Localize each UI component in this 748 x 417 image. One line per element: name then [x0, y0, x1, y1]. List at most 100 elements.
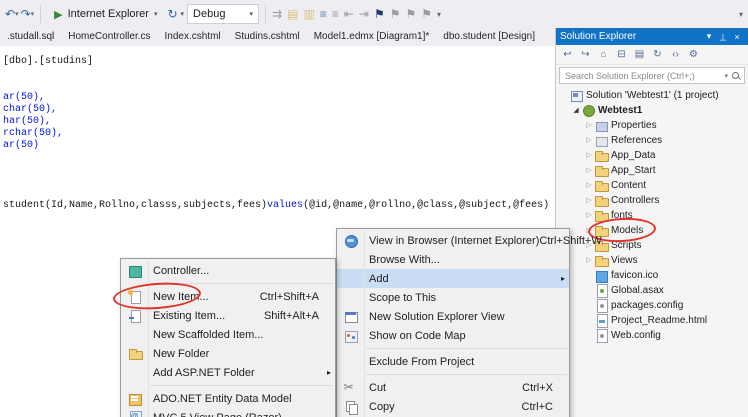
menu-item[interactable]: MVC 5 View Page (Razor)	[121, 408, 335, 417]
tree-item[interactable]: App_Data	[556, 148, 748, 163]
menu-item[interactable]: New Scaffolded Item...	[121, 325, 335, 344]
submenu-arrow-icon	[327, 368, 331, 377]
tree-item[interactable]: Content	[556, 178, 748, 193]
folder-icon	[594, 164, 609, 177]
menu-item[interactable]: Show on Code Map	[337, 326, 569, 345]
run-button[interactable]: ▶ Internet Explorer ▾	[47, 3, 164, 25]
tree-item[interactable]: fonts	[556, 208, 748, 223]
configuration-dropdown[interactable]: Debug ▾	[187, 4, 259, 24]
expander-icon[interactable]	[584, 197, 594, 204]
code-line-insert: student(Id,Name,Rollno,classs,subjects,f…	[3, 200, 555, 212]
solution-icon	[569, 89, 584, 102]
expander-icon[interactable]	[571, 107, 581, 114]
code-text: ar(50)	[3, 140, 39, 151]
toolbar-options-chevron-icon[interactable]: ▾	[437, 10, 441, 19]
tree-item[interactable]: Global.asax	[556, 283, 748, 298]
chevron-down-icon: ▾	[724, 72, 728, 80]
menu-item[interactable]: Scope to This	[337, 288, 569, 307]
menu-item[interactable]: New Solution Explorer View	[337, 307, 569, 326]
tree-item-label: Models	[609, 225, 643, 236]
forward-icon[interactable]: ↪	[577, 50, 594, 60]
expander-icon[interactable]	[584, 227, 594, 234]
increase-indent-icon[interactable]: ⇥	[359, 8, 369, 20]
solution-explorer-panel: Solution Explorer ▾ ⊤ × ↩↪⌂⊟▤↻‹›⚙ ▾ Solu…	[555, 28, 748, 417]
menu-item[interactable]: Add	[337, 269, 569, 288]
pin-icon[interactable]: ⊤	[716, 31, 730, 42]
tree-item[interactable]: Project_Readme.html	[556, 313, 748, 328]
search-box[interactable]: ▾	[559, 67, 745, 84]
toggle-bookmark-icon[interactable]: ⚑	[374, 8, 385, 20]
editor-tab[interactable]: Model1.edmx [Diagram1]*	[307, 28, 437, 46]
menu-item[interactable]: New Item... Ctrl+Shift+A	[121, 287, 335, 306]
tree-item[interactable]: favicon.ico	[556, 268, 748, 283]
tree-item[interactable]: App_Start	[556, 163, 748, 178]
undo-caret-icon[interactable]: ▾	[15, 11, 19, 18]
browser-link-refresh-icon[interactable]: ↻	[167, 8, 177, 20]
uncomment-icon[interactable]: ≡	[332, 8, 339, 20]
expander-icon[interactable]	[584, 137, 594, 144]
editor-tab[interactable]: dbo.student [Design]	[436, 28, 542, 46]
expander-icon[interactable]	[584, 182, 594, 189]
menu-item-label: View in Browser (Internet Explorer)	[364, 235, 539, 247]
expander-icon[interactable]	[584, 257, 594, 264]
tree-item[interactable]: Web.config	[556, 328, 748, 343]
menu-item-shortcut: Shift+Alt+A	[264, 310, 329, 322]
menu-item[interactable]: Copy Ctrl+C	[337, 397, 569, 416]
show-all-files-icon[interactable]: ▤	[631, 50, 648, 60]
back-icon[interactable]: ↩	[559, 50, 576, 60]
menu-icon-gutter	[121, 261, 148, 280]
tree-item[interactable]: Views	[556, 253, 748, 268]
html-icon	[594, 314, 609, 327]
prev-bookmark-icon[interactable]: ⚑	[390, 8, 401, 20]
menu-item[interactable]: View in Browser (Internet Explorer) Ctrl…	[337, 231, 569, 250]
clear-bookmarks-icon[interactable]: ⚑	[421, 8, 432, 20]
next-bookmark-icon[interactable]: ⚑	[405, 8, 416, 20]
menu-item[interactable]: Browse With...	[337, 250, 569, 269]
menu-item-label: Add ASP.NET Folder	[148, 367, 255, 379]
main-toolbar: ↶▾↷▾ ▶ Internet Explorer ▾ ↻ ▾ Debug ▾ ⇉…	[0, 0, 748, 28]
menu-item[interactable]: Add ASP.NET Folder	[121, 363, 335, 382]
editor-tab[interactable]: Studins.cshtml	[228, 28, 307, 46]
home-icon[interactable]: ⌂	[595, 50, 612, 60]
add-submenu: Controller... New Item... Ctrl+Shift+A	[120, 258, 336, 417]
editor-tab[interactable]: Index.cshtml	[158, 28, 228, 46]
window-position-icon[interactable]: ▾	[702, 31, 716, 42]
menu-item[interactable]: Exclude From Project	[337, 352, 569, 371]
search-input[interactable]	[563, 70, 724, 82]
redo-caret-icon[interactable]: ▾	[31, 11, 35, 18]
code-line	[3, 80, 555, 92]
expander-icon[interactable]	[584, 152, 594, 159]
configuration-value: Debug	[193, 8, 225, 20]
tree-item[interactable]: packages.config	[556, 298, 748, 313]
redo-icon[interactable]: ↷	[21, 8, 31, 20]
expander-icon[interactable]	[584, 167, 594, 174]
tree-item[interactable]: References	[556, 133, 748, 148]
attach-icon[interactable]: ⇉	[272, 8, 282, 20]
tree-item[interactable]: Properties	[556, 118, 748, 133]
menu-item[interactable]: ADO.NET Entity Data Model	[121, 389, 335, 408]
properties-icon[interactable]: ⚙	[685, 50, 702, 60]
code-text: ar(50),	[3, 92, 45, 103]
editor-tab[interactable]: .studall.sql	[0, 28, 61, 46]
comment-icon[interactable]: ≡	[320, 8, 327, 20]
close-icon[interactable]: ×	[730, 32, 744, 42]
undo-icon[interactable]: ↶	[5, 8, 15, 20]
menu-item[interactable]: Cut Ctrl+X	[337, 378, 569, 397]
expander-icon[interactable]	[584, 212, 594, 219]
decrease-indent-icon[interactable]: ⇤	[344, 8, 354, 20]
menu-item[interactable]: New Folder	[121, 344, 335, 363]
refresh-icon[interactable]: ↻	[649, 50, 666, 60]
editor-tab[interactable]: HomeController.cs	[61, 28, 157, 46]
save-all-icon[interactable]: ▥	[303, 8, 314, 20]
expander-icon[interactable]	[584, 122, 594, 129]
collapse-all-icon[interactable]: ⊟	[613, 50, 630, 60]
view-code-icon[interactable]: ‹›	[667, 50, 684, 60]
overflow-chevron-icon[interactable]: ▾	[739, 10, 743, 19]
tree-item[interactable]: Controllers	[556, 193, 748, 208]
solution-explorer-titlebar[interactable]: Solution Explorer ▾ ⊤ ×	[556, 28, 748, 45]
tree-item[interactable]: Webtest1	[556, 103, 748, 118]
menu-item[interactable]: Existing Item... Shift+Alt+A	[121, 306, 335, 325]
menu-item[interactable]: Controller...	[121, 261, 335, 280]
tree-item[interactable]: Solution 'Webtest1' (1 project)	[556, 88, 748, 103]
new-file-icon[interactable]: ▤	[287, 8, 298, 20]
